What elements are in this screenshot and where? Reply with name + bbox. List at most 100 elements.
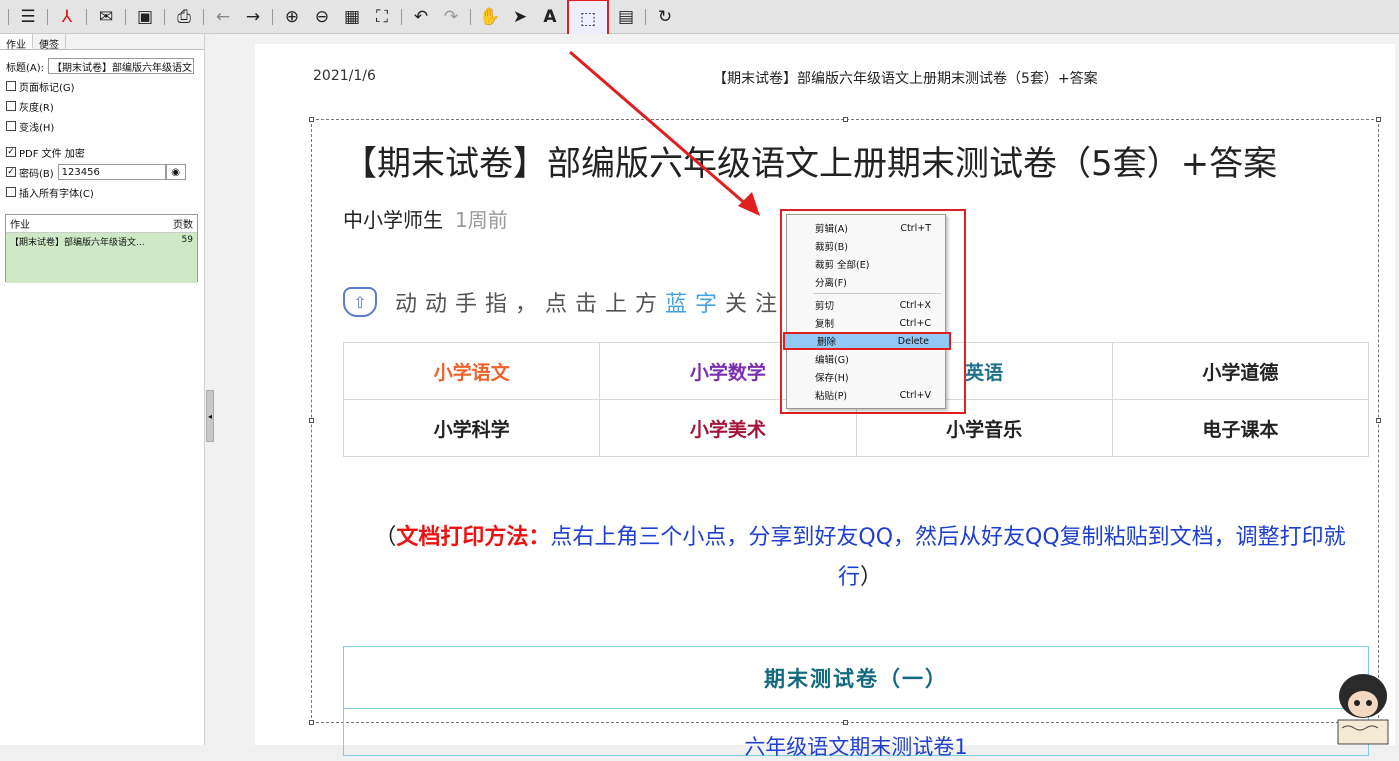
- menu-item-clip[interactable]: 剪辑(A) Ctrl+T: [787, 219, 945, 237]
- selection-handle[interactable]: [1376, 418, 1381, 423]
- checkbox[interactable]: [6, 187, 16, 197]
- checkbox-checked[interactable]: ✓: [6, 147, 16, 157]
- author-name: 中小学师生: [343, 208, 443, 232]
- print-icon[interactable]: ⎙: [171, 4, 197, 30]
- menu-label: 裁剪 全部(E): [815, 260, 870, 271]
- job-list-item[interactable]: 【期末试卷】部编版六年级语文... 59: [6, 233, 197, 283]
- banner-blue-text: 蓝字: [665, 292, 726, 317]
- selection-handle[interactable]: [309, 418, 314, 423]
- pdf-icon[interactable]: ⅄: [54, 4, 80, 30]
- page-header-date: 2021/1/6: [313, 68, 376, 84]
- mail-icon[interactable]: ✉: [93, 4, 119, 30]
- menu-shortcut: Delete: [897, 335, 929, 347]
- print-instructions: （文档打印方法：点右上角三个小点，分享到好友QQ，然后从好友QQ复制粘贴到文档，…: [355, 518, 1365, 598]
- menu-shortcut: Ctrl+X: [899, 299, 931, 311]
- checkbox-checked[interactable]: ✓: [6, 167, 16, 177]
- menu-label: 删除: [817, 337, 837, 348]
- option-label: PDF 文件 加密: [19, 148, 85, 160]
- option-label: 灰度(R): [19, 102, 54, 114]
- undo-icon[interactable]: ↶: [408, 4, 434, 30]
- zoom-out-icon[interactable]: ⊖: [309, 4, 335, 30]
- redo-icon[interactable]: ↷: [438, 4, 464, 30]
- tab-job[interactable]: 作业: [0, 34, 33, 51]
- job-pages: 59: [181, 235, 193, 245]
- toolbar-separator: [47, 8, 48, 25]
- page-icon[interactable]: ▤: [613, 4, 639, 30]
- option-pdf-encrypt[interactable]: ✓ PDF 文件 加密: [0, 142, 204, 162]
- subject-cell[interactable]: 小学道德: [1111, 342, 1370, 400]
- refresh-icon[interactable]: ↻: [652, 4, 678, 30]
- back-icon[interactable]: ←: [210, 4, 236, 30]
- hand-icon[interactable]: ✋: [477, 4, 503, 30]
- option-embed-fonts[interactable]: 插入所有字体(C): [0, 182, 204, 202]
- fit-icon[interactable]: ⛶: [369, 4, 395, 30]
- pointer-icon[interactable]: ➤: [507, 4, 533, 30]
- menu-shortcut: Ctrl+V: [899, 389, 931, 401]
- checkbox[interactable]: [6, 121, 16, 131]
- menu-item-crop-all[interactable]: 裁剪 全部(E): [787, 255, 945, 273]
- menu-item-paste[interactable]: 粘贴(P) Ctrl+V: [787, 386, 945, 404]
- author-line: 中小学师生 1周前: [343, 204, 508, 233]
- column-pages: 页数: [173, 220, 193, 231]
- toolbar: ☰ ⅄ ✉ ▣ ⎙ ← → ⊕ ⊖ ▦ ⛶ ↶ ↷ ✋ ➤ A ⬚ ▤ ↻: [0, 0, 1399, 39]
- menu-label: 保存(H): [815, 373, 849, 384]
- zoom-in-icon[interactable]: ⊕: [279, 4, 305, 30]
- option-page-marks[interactable]: 页面标记(G): [0, 76, 204, 96]
- menu-icon[interactable]: ☰: [15, 4, 41, 30]
- option-label: 插入所有字体(C): [19, 188, 94, 200]
- subject-cell[interactable]: 小学科学: [342, 399, 601, 457]
- select-region-icon[interactable]: ⬚: [567, 0, 609, 39]
- toolbar-separator: [203, 8, 204, 25]
- note-body: 点右上角三个小点，分享到好友QQ，然后从好友QQ复制粘贴到文档，调整打印就行: [550, 525, 1346, 590]
- tab-notes[interactable]: 便签: [33, 34, 66, 51]
- text-icon[interactable]: A: [537, 4, 563, 30]
- forward-icon[interactable]: →: [240, 4, 266, 30]
- exam-section: 期末测试卷（一） 六年级语文期末测试卷1: [343, 646, 1369, 759]
- title-input[interactable]: 【期末试卷】部编版六年级语文...: [48, 58, 195, 74]
- grid-icon[interactable]: ▦: [339, 4, 365, 30]
- selection-handle[interactable]: [843, 117, 848, 122]
- option-lighten[interactable]: 变浅(H): [0, 116, 204, 136]
- menu-label: 复制: [815, 319, 835, 330]
- option-label: 页面标记(G): [19, 82, 75, 94]
- menu-item-delete[interactable]: 删除 Delete: [783, 332, 951, 350]
- menu-item-separate[interactable]: 分离(F): [787, 273, 945, 291]
- menu-item-edit[interactable]: 编辑(G): [787, 350, 945, 368]
- menu-item-save[interactable]: 保存(H): [787, 368, 945, 386]
- job-list: 作业 页数 【期末试卷】部编版六年级语文... 59: [5, 214, 198, 283]
- save-icon[interactable]: ▣: [132, 4, 158, 30]
- follow-banner: ⇧ 动动手指，点击上方 蓝字 关注: [343, 286, 785, 318]
- menu-label: 粘贴(P): [815, 391, 848, 402]
- menu-shortcut: Ctrl+T: [900, 222, 931, 234]
- menu-label: 裁剪(B): [815, 242, 848, 253]
- subject-cell[interactable]: 小学语文: [342, 342, 601, 400]
- password-label: 密码(B): [19, 168, 54, 180]
- subject-cell[interactable]: 电子课本: [1111, 399, 1370, 457]
- toolbar-separator: [125, 8, 126, 25]
- section-subtitle: 六年级语文期末测试卷1: [744, 735, 968, 759]
- menu-label: 剪切: [815, 301, 835, 312]
- menu-label: 分离(F): [815, 278, 847, 289]
- option-grayscale[interactable]: 灰度(R): [0, 96, 204, 116]
- selection-handle[interactable]: [309, 720, 314, 725]
- document-title: 【期末试卷】部编版六年级语文上册期末测试卷（5套）+答案: [343, 144, 1278, 184]
- password-input[interactable]: 123456: [57, 164, 166, 180]
- password-row: ✓ 密码(B) 123456 ◉: [0, 162, 204, 182]
- menu-item-crop[interactable]: 裁剪(B): [787, 237, 945, 255]
- menu-separator: [813, 293, 941, 294]
- checkbox[interactable]: [6, 101, 16, 111]
- note-label: 文档打印方法：: [396, 525, 551, 550]
- collapse-sidebar-handle[interactable]: ◂: [206, 390, 214, 442]
- sidebar: 作业 便签 标题(A): 【期末试卷】部编版六年级语文... 页面标记(G) 灰…: [0, 34, 205, 745]
- section-title: 期末测试卷（一）: [344, 647, 1368, 709]
- selection-handle[interactable]: [1376, 117, 1381, 122]
- menu-item-cut[interactable]: 剪切 Ctrl+X: [787, 296, 945, 314]
- menu-item-copy[interactable]: 复制 Ctrl+C: [787, 314, 945, 332]
- note-open: （: [374, 525, 397, 550]
- eye-icon[interactable]: ◉: [165, 164, 186, 180]
- option-label: 变浅(H): [19, 122, 55, 134]
- checkbox[interactable]: [6, 81, 16, 91]
- column-job: 作业: [10, 220, 30, 231]
- upload-icon: ⇧: [343, 287, 377, 317]
- selection-handle[interactable]: [309, 117, 314, 122]
